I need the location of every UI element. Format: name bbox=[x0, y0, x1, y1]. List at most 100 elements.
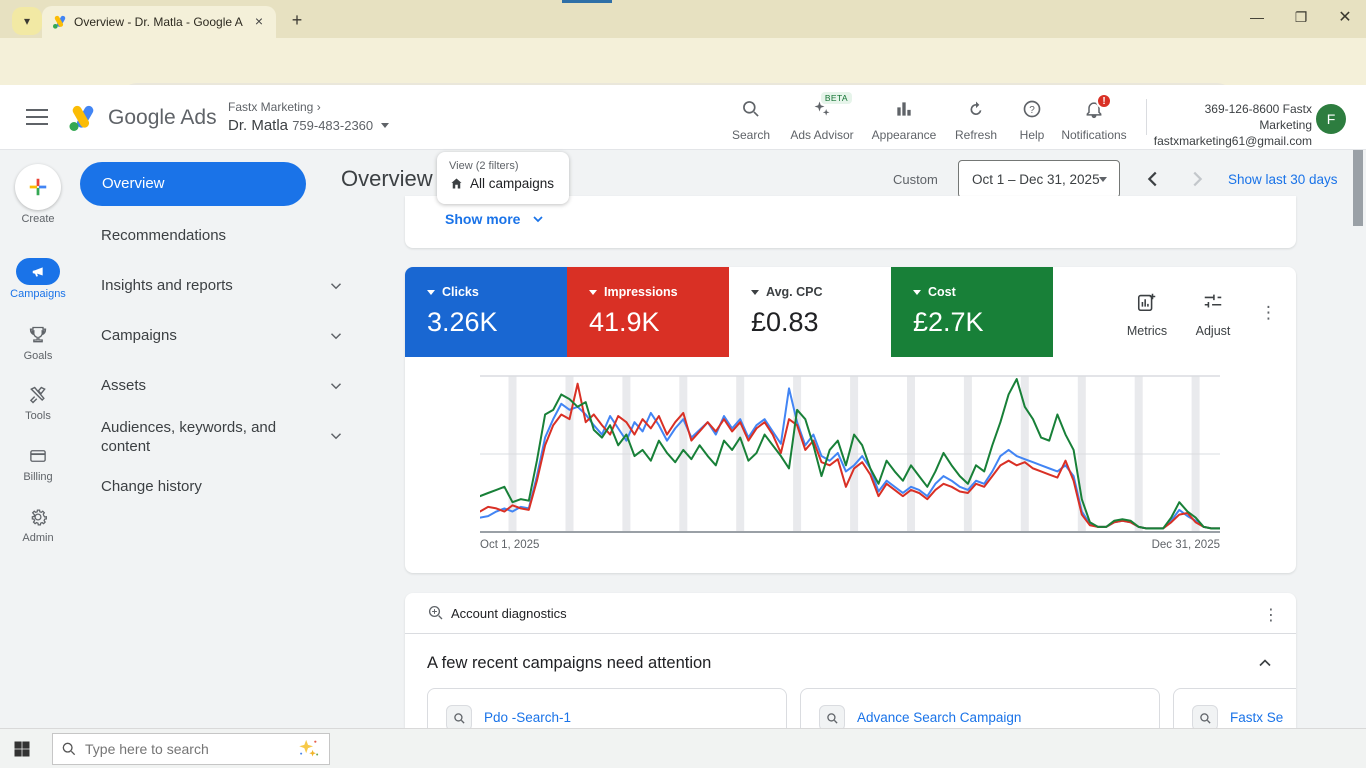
sidebar-item-assets[interactable]: Assets bbox=[101, 377, 146, 394]
metric-value-avg-cpc: £0.83 bbox=[751, 307, 891, 338]
account-caret-icon bbox=[381, 123, 389, 128]
scrollbar-thumb[interactable] bbox=[1353, 150, 1363, 226]
breadcrumb[interactable]: Fastx Marketing › bbox=[228, 100, 389, 114]
sidebar-item-audiences[interactable]: Audiences, keywords, and content bbox=[101, 418, 307, 456]
sidebar-item-change-history[interactable]: Change history bbox=[101, 478, 202, 495]
search-button[interactable]: Search bbox=[715, 99, 787, 142]
metric-value-clicks: 3.26K bbox=[427, 307, 567, 338]
view-filter-label: View (2 filters) bbox=[449, 160, 557, 172]
appearance-button[interactable]: Appearance bbox=[868, 99, 940, 142]
create-button[interactable] bbox=[15, 164, 61, 210]
sidebar-item-insights-reports[interactable]: Insights and reports bbox=[101, 277, 233, 294]
diagnostics-icon bbox=[427, 604, 445, 622]
show-last-30-days-link[interactable]: Show last 30 days bbox=[1228, 172, 1338, 187]
page-scrollbar[interactable] bbox=[1350, 150, 1366, 728]
account-phone: 369-126-8600 Fastx Marketing bbox=[1152, 101, 1312, 133]
rail-item-tools[interactable]: Tools bbox=[0, 383, 76, 422]
diagnostics-title: Account diagnostics bbox=[451, 606, 567, 621]
google-ads-logo bbox=[66, 103, 100, 133]
tab-close-icon[interactable]: × bbox=[250, 13, 268, 31]
metric-tile-impressions[interactable]: Impressions 41.9K bbox=[567, 267, 729, 357]
plus-icon bbox=[27, 176, 49, 198]
tab-search-chevron-icon[interactable]: ▾ bbox=[12, 7, 42, 35]
home-icon bbox=[449, 176, 464, 191]
google-ads-favicon bbox=[52, 14, 68, 30]
new-tab-button[interactable]: + bbox=[284, 8, 310, 34]
rail-item-admin[interactable]: Admin bbox=[0, 505, 76, 544]
metric-caret-icon bbox=[427, 290, 435, 295]
show-more-button[interactable]: Show more bbox=[445, 211, 546, 227]
sidebar-item-overview[interactable]: Overview bbox=[80, 162, 306, 206]
search-campaign-icon bbox=[826, 712, 839, 725]
window-close-button[interactable]: ✕ bbox=[1334, 7, 1356, 27]
window-restore-button[interactable]: ❐ bbox=[1290, 9, 1312, 26]
chevron-down-icon[interactable] bbox=[327, 427, 345, 445]
notification-badge: ! bbox=[1096, 93, 1112, 109]
metric-value-impressions: 41.9K bbox=[589, 307, 729, 338]
metric-tile-cost[interactable]: Cost £2.7K bbox=[891, 267, 1053, 357]
metrics-button[interactable]: Metrics bbox=[1119, 291, 1175, 338]
gear-icon bbox=[28, 507, 48, 527]
rail-item-create[interactable]: Create bbox=[0, 164, 76, 225]
chevron-down-icon[interactable] bbox=[327, 277, 345, 295]
help-icon: ? bbox=[1022, 99, 1042, 119]
campaign-link[interactable]: Fastx Se bbox=[1230, 710, 1283, 725]
start-button[interactable] bbox=[13, 740, 31, 758]
rail-item-goals[interactable]: Goals bbox=[0, 323, 76, 362]
adjust-button[interactable]: Adjust bbox=[1185, 291, 1241, 338]
overview-chart[interactable]: Oct 1, 2025 Dec 31, 2025 bbox=[480, 375, 1220, 533]
diagnostics-menu-icon[interactable]: ⋮ bbox=[1263, 605, 1279, 625]
icon-rail: Create Campaigns Goals Tools Billing Adm… bbox=[0, 150, 76, 728]
trophy-icon bbox=[28, 325, 48, 345]
view-filter-dropdown[interactable]: View (2 filters) All campaigns bbox=[437, 152, 569, 204]
account-name: Dr. Matla bbox=[228, 117, 288, 134]
collapse-icon[interactable] bbox=[1255, 653, 1275, 673]
metric-value-cost: £2.7K bbox=[913, 307, 1053, 338]
credit-card-icon bbox=[28, 447, 48, 465]
search-icon bbox=[61, 741, 77, 757]
diagnostics-header: Account diagnostics ⋮ bbox=[405, 593, 1296, 634]
chevron-down-icon[interactable] bbox=[327, 327, 345, 345]
tools-icon bbox=[28, 385, 48, 405]
ads-advisor-button[interactable]: BETA Ads Advisor bbox=[786, 99, 858, 142]
campaign-link[interactable]: Advance Search Campaign bbox=[857, 710, 1021, 725]
sidebar-item-recommendations[interactable]: Recommendations bbox=[101, 227, 226, 244]
metric-tile-clicks[interactable]: Clicks 3.26K bbox=[405, 267, 567, 357]
megaphone-icon bbox=[30, 265, 46, 279]
google-ads-header: Google Ads Fastx Marketing › Dr. Matla 7… bbox=[0, 85, 1366, 150]
x-axis-start-label: Oct 1, 2025 bbox=[480, 539, 539, 551]
search-campaign-icon bbox=[453, 712, 466, 725]
account-email: fastxmarketing61@gmail.com bbox=[1152, 133, 1312, 149]
copilot-sparkle-icon bbox=[295, 738, 321, 760]
user-avatar[interactable]: F bbox=[1316, 104, 1346, 134]
taskbar-search[interactable] bbox=[52, 733, 330, 765]
rail-item-billing[interactable]: Billing bbox=[0, 444, 76, 483]
date-range-dropdown[interactable]: Oct 1 – Dec 31, 2025 bbox=[958, 160, 1120, 198]
previous-period-button[interactable] bbox=[1142, 168, 1164, 190]
metric-caret-icon bbox=[589, 290, 597, 295]
account-id: 759-483-2360 bbox=[292, 118, 373, 133]
search-icon bbox=[741, 99, 761, 119]
main-menu-icon[interactable] bbox=[26, 109, 48, 125]
metric-tile-avg-cpc[interactable]: Avg. CPC £0.83 bbox=[729, 267, 891, 357]
window-minimize-button[interactable]: — bbox=[1246, 9, 1268, 25]
sidebar-item-campaigns[interactable]: Campaigns bbox=[101, 327, 177, 344]
refresh-icon bbox=[966, 99, 986, 119]
campaign-link[interactable]: Pdo -Search-1 bbox=[484, 710, 571, 725]
taskbar-search-input[interactable] bbox=[85, 741, 287, 757]
overview-chart-svg bbox=[480, 375, 1220, 533]
search-campaign-icon bbox=[1199, 712, 1212, 725]
account-selector[interactable]: Dr. Matla 759-483-2360 bbox=[228, 117, 389, 134]
next-period-button[interactable] bbox=[1186, 168, 1208, 190]
notifications-button[interactable]: ! Notifications bbox=[1058, 99, 1130, 142]
chart-options-menu-icon[interactable]: ⋮ bbox=[1260, 303, 1277, 323]
rail-item-campaigns[interactable]: Campaigns bbox=[0, 258, 76, 300]
browser-tab[interactable]: Overview - Dr. Matla - Google A × bbox=[42, 6, 276, 38]
date-caret-icon bbox=[1099, 177, 1107, 182]
metrics-icon bbox=[1136, 291, 1158, 313]
x-axis-end-label: Dec 31, 2025 bbox=[1152, 539, 1220, 551]
chevron-down-icon[interactable] bbox=[327, 377, 345, 395]
view-filter-value: All campaigns bbox=[470, 176, 554, 191]
signed-in-account: 369-126-8600 Fastx Marketing fastxmarket… bbox=[1152, 101, 1312, 149]
page-title: Overview bbox=[341, 166, 433, 192]
